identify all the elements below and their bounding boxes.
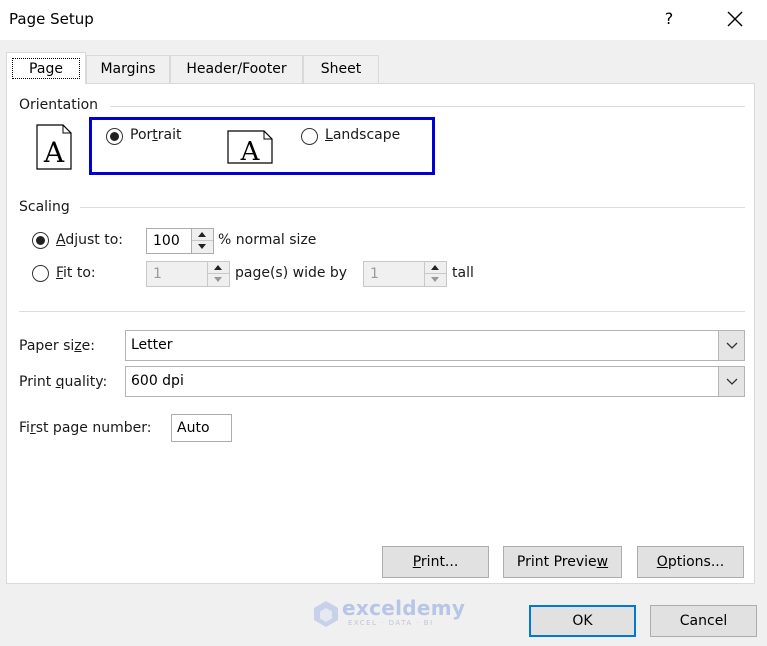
spin-down-arrow-icon[interactable] xyxy=(208,274,229,286)
chevron-down-icon xyxy=(726,342,738,349)
paper-size-select[interactable]: Letter xyxy=(125,330,745,361)
help-button[interactable]: ? xyxy=(658,6,680,32)
dialog-title: Page Setup xyxy=(9,10,94,28)
adjust-to-value[interactable]: 100 xyxy=(153,233,180,249)
paper-size-value: Letter xyxy=(131,337,173,353)
orientation-divider xyxy=(110,106,745,107)
cancel-button[interactable]: Cancel xyxy=(650,605,757,637)
ok-button[interactable]: OK xyxy=(529,605,636,637)
fit-to-wide-spinner[interactable]: 1 xyxy=(146,261,230,287)
print-quality-dropdown-button[interactable] xyxy=(718,367,744,396)
adjust-to-radio[interactable] xyxy=(32,232,49,249)
fit-to-wide-value[interactable]: 1 xyxy=(153,266,162,282)
fit-to-label[interactable]: Fit to: xyxy=(56,265,96,281)
orientation-group-label: Orientation xyxy=(19,97,105,113)
tab-page[interactable]: Page xyxy=(6,52,86,84)
fit-to-tall-value[interactable]: 1 xyxy=(370,266,379,282)
chevron-down-icon xyxy=(726,378,738,385)
section-divider xyxy=(19,311,745,312)
spin-up-arrow-icon[interactable] xyxy=(425,262,446,274)
fit-to-tall-spin-buttons xyxy=(424,262,446,286)
tab-header-footer[interactable]: Header/Footer xyxy=(170,55,303,83)
print-quality-value: 600 dpi xyxy=(131,373,184,389)
tab-sheet[interactable]: Sheet xyxy=(303,55,379,83)
fit-to-tall-suffix: tall xyxy=(452,265,474,281)
portrait-icon-glyph: A xyxy=(43,136,65,169)
print-preview-button[interactable]: Print Preview xyxy=(503,546,622,578)
scaling-group-label: Scaling xyxy=(19,199,76,215)
fit-to-tall-spinner[interactable]: 1 xyxy=(363,261,447,287)
spin-down-arrow-icon[interactable] xyxy=(425,274,446,286)
options-button[interactable]: Options... xyxy=(637,546,744,578)
tab-page-label: Page xyxy=(12,58,80,79)
adjust-to-label[interactable]: Adjust to: xyxy=(56,232,123,248)
close-button[interactable] xyxy=(722,6,748,32)
fit-to-radio[interactable] xyxy=(32,265,49,282)
orientation-highlight-box xyxy=(89,117,435,175)
spin-down-arrow-icon[interactable] xyxy=(192,241,213,253)
print-quality-label: Print quality: xyxy=(19,374,108,390)
exceldemy-watermark: exceldemy EXCEL · DATA · BI xyxy=(310,596,466,630)
watermark-brand: exceldemy xyxy=(342,596,466,620)
close-icon xyxy=(727,11,743,27)
paper-size-dropdown-button[interactable] xyxy=(718,331,744,360)
paper-size-label: Paper size: xyxy=(19,338,95,354)
scaling-divider xyxy=(80,207,745,208)
exceldemy-logo-icon xyxy=(314,601,338,627)
portrait-page-icon: A xyxy=(36,124,72,170)
adjust-to-suffix: % normal size xyxy=(218,232,317,248)
fit-to-wide-spin-buttons xyxy=(207,262,229,286)
first-page-number-input[interactable]: Auto xyxy=(171,414,232,442)
spin-up-arrow-icon[interactable] xyxy=(192,229,213,241)
watermark-tagline: EXCEL · DATA · BI xyxy=(348,619,434,627)
print-button[interactable]: Print... xyxy=(382,546,489,578)
adjust-to-spin-buttons xyxy=(191,229,213,253)
spin-up-arrow-icon[interactable] xyxy=(208,262,229,274)
first-page-number-label: First page number: xyxy=(19,420,152,436)
title-bar: Page Setup ? xyxy=(0,0,767,40)
adjust-to-spinner[interactable]: 100 xyxy=(146,228,214,254)
tab-margins[interactable]: Margins xyxy=(86,55,170,83)
first-page-number-value[interactable]: Auto xyxy=(177,420,210,436)
fit-to-wide-suffix: page(s) wide by xyxy=(235,265,348,281)
print-quality-select[interactable]: 600 dpi xyxy=(125,366,745,397)
